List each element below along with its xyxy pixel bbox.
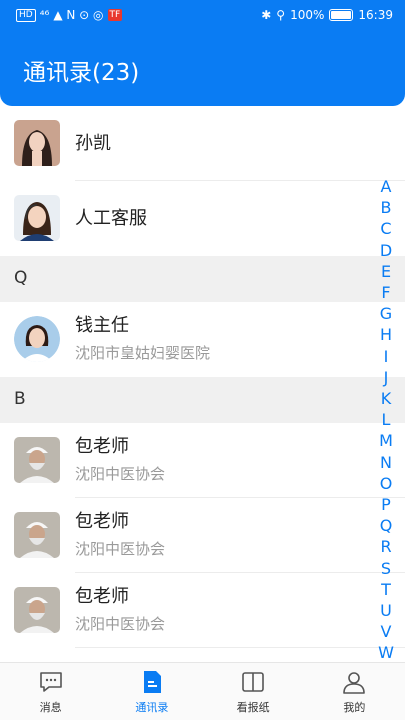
contact-name: 包老师: [75, 511, 129, 532]
page-title: 通讯录(23): [23, 60, 140, 86]
index-letter[interactable]: E: [381, 261, 391, 282]
index-letter[interactable]: H: [380, 324, 392, 345]
index-letter[interactable]: Q: [380, 515, 393, 536]
tab-label: 我的: [343, 701, 366, 714]
bluetooth-icon: ✱: [261, 8, 272, 22]
index-letter[interactable]: J: [384, 367, 389, 388]
avatar: [14, 512, 60, 558]
index-letter[interactable]: R: [380, 536, 391, 557]
alphabet-index[interactable]: A B C D E F G H I J K L M N O P Q R S T …: [377, 176, 395, 662]
contact-name: 孙凯: [75, 133, 111, 154]
index-letter[interactable]: L: [382, 409, 391, 430]
battery-icon: [329, 9, 354, 21]
contact-row[interactable]: 钱主任 沈阳市皇姑妇婴医院: [0, 302, 405, 377]
tab-label: 消息: [39, 701, 62, 714]
index-letter[interactable]: C: [380, 218, 391, 239]
divider: [75, 647, 405, 648]
status-icons: ▲ N ⊙ ◎: [53, 8, 104, 22]
contact-name: 包老师: [75, 436, 129, 457]
contact-org: 沈阳中医协会: [75, 465, 166, 483]
battery-percent: 100%: [290, 8, 325, 22]
index-letter[interactable]: V: [381, 621, 392, 642]
contact-org: 沈阳市皇姑妇婴医院: [75, 344, 211, 362]
tab-contacts[interactable]: 通讯录: [101, 663, 202, 720]
index-letter[interactable]: G: [380, 303, 392, 324]
bottom-tab-bar: 消息 通讯录 看报纸 我的: [0, 662, 405, 720]
index-letter[interactable]: W: [378, 642, 394, 662]
index-letter[interactable]: F: [381, 282, 390, 303]
index-letter[interactable]: K: [381, 388, 392, 409]
message-icon: [39, 672, 62, 692]
index-letter[interactable]: P: [381, 494, 391, 515]
signal-icon: ⁴⁶: [39, 8, 50, 22]
section-letter: Q: [14, 268, 28, 288]
index-letter[interactable]: I: [384, 346, 389, 367]
index-letter[interactable]: T: [381, 579, 391, 600]
section-header: Q: [0, 256, 405, 302]
tab-newspaper[interactable]: 看报纸: [203, 663, 304, 720]
avatar: [14, 120, 60, 166]
contact-row[interactable]: 孙凯: [0, 106, 405, 181]
header-bar: HD ⁴⁶ ▲ N ⊙ ◎ TF ✱ ⚲ 100% 16:39 通讯录(23): [0, 0, 405, 106]
location-icon: ⚲: [276, 8, 286, 22]
index-letter[interactable]: U: [380, 600, 392, 621]
section-header: B: [0, 377, 405, 423]
contact-name: 人工客服: [75, 208, 147, 229]
avatar: [14, 587, 60, 633]
index-letter[interactable]: N: [380, 452, 392, 473]
tab-messages[interactable]: 消息: [0, 663, 101, 720]
app-badge-icon: TF: [107, 9, 123, 21]
section-letter: B: [14, 389, 26, 409]
profile-icon: [343, 672, 366, 694]
index-letter[interactable]: A: [381, 176, 392, 197]
tab-label: 通讯录: [135, 701, 169, 714]
index-letter[interactable]: S: [381, 558, 391, 579]
contact-list[interactable]: 孙凯 人工客服 Q 钱主任 沈阳市皇姑妇婴医院 B 包老师 沈阳中医协会 包老师…: [0, 106, 405, 662]
index-letter[interactable]: M: [379, 430, 393, 451]
contact-row[interactable]: 人工客服: [0, 181, 405, 256]
contact-org: 沈阳中医协会: [75, 540, 166, 558]
index-letter[interactable]: B: [381, 197, 392, 218]
clock: 16:39: [358, 8, 393, 22]
contact-row[interactable]: 包老师 沈阳中医协会: [0, 498, 405, 573]
avatar: [14, 316, 60, 362]
contact-row[interactable]: 包老师 沈阳中医协会: [0, 573, 405, 648]
contacts-icon: [143, 671, 161, 693]
index-letter[interactable]: D: [380, 240, 392, 261]
hd-indicator: HD: [16, 8, 36, 22]
book-icon: [242, 672, 264, 692]
avatar: [14, 195, 60, 241]
tab-profile[interactable]: 我的: [304, 663, 405, 720]
contact-org: 沈阳中医协会: [75, 615, 166, 633]
index-letter[interactable]: O: [380, 473, 393, 494]
status-bar: HD ⁴⁶ ▲ N ⊙ ◎ TF ✱ ⚲ 100% 16:39: [0, 0, 405, 34]
contact-row[interactable]: 包老师 沈阳中医协会: [0, 423, 405, 498]
contact-name: 钱主任: [75, 315, 129, 336]
avatar: [14, 437, 60, 483]
contact-name: 包老师: [75, 586, 129, 607]
tab-label: 看报纸: [236, 701, 270, 714]
